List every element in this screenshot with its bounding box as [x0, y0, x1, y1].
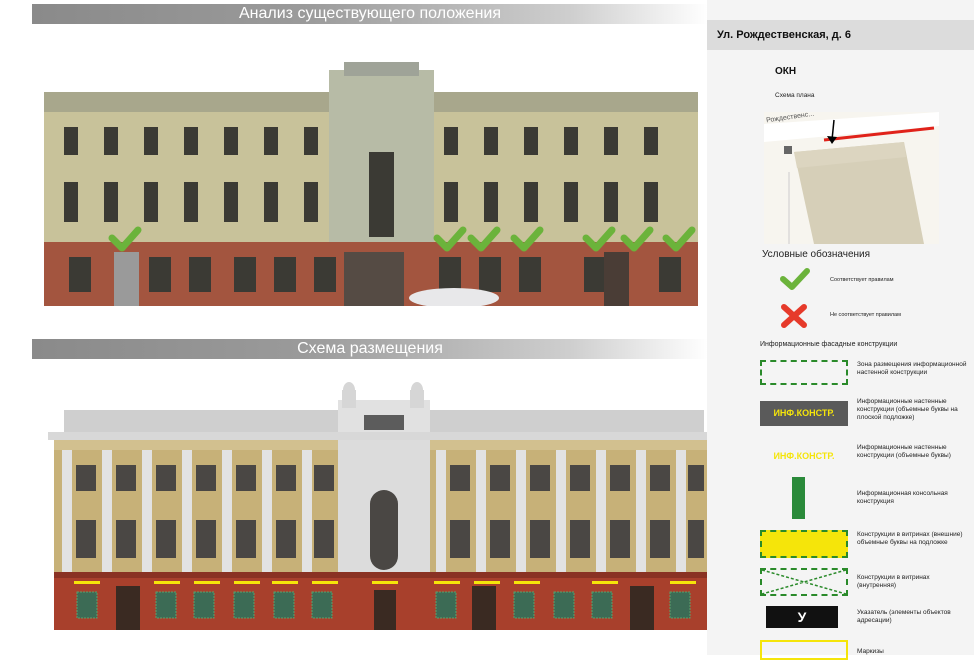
legend-vitrine-inner: Конструкции в витринах (внутренняя) [857, 574, 930, 589]
okn-label: ОКН [775, 66, 797, 77]
legend-title: Условные обозначения [762, 249, 871, 260]
plan-label: Схема плана [775, 92, 815, 99]
legend-zone: Зона размещения информационной настенной… [857, 361, 967, 376]
legend-inf-letters: Информационные настенные конструкции (об… [857, 444, 951, 459]
address-header: Ул. Рождественская, д. 6 [707, 20, 974, 50]
analysis-banner: Анализ существующего положения [32, 4, 708, 24]
legend-inf-flat: Информационные настенные конструкции (об… [857, 398, 958, 421]
legend-ok: Соответствует правилам [830, 277, 894, 283]
zone-swatch [760, 360, 848, 385]
vitrine-outer-swatch [760, 530, 848, 558]
cross-icon [780, 303, 808, 334]
check-icon [780, 267, 810, 296]
console-swatch [792, 477, 805, 519]
legend-bad: Не соответствует правилам [830, 312, 901, 318]
legend-pointer: Указатель (элементы объектов адресации) [857, 609, 951, 624]
legend-console: Информационная консольная конструкция [857, 490, 948, 505]
inf-letters-swatch: ИНФ.КОНСТР. [773, 451, 835, 461]
facade-drawing [44, 380, 720, 632]
legend-vitrine-outer: Конструкции в витринах (внешние) объемны… [857, 531, 963, 546]
building-photo [44, 62, 698, 308]
placement-banner: Схема размещения [32, 339, 708, 359]
vitrine-inner-swatch [760, 568, 848, 596]
site-plan-map: Рождественс... [764, 112, 939, 244]
pointer-swatch: У [766, 606, 838, 628]
marquee-swatch [760, 640, 848, 660]
inf-flat-swatch: ИНФ.КОНСТР. [760, 401, 848, 426]
facade-legend-title: Информационные фасадные конструкции [760, 341, 898, 348]
